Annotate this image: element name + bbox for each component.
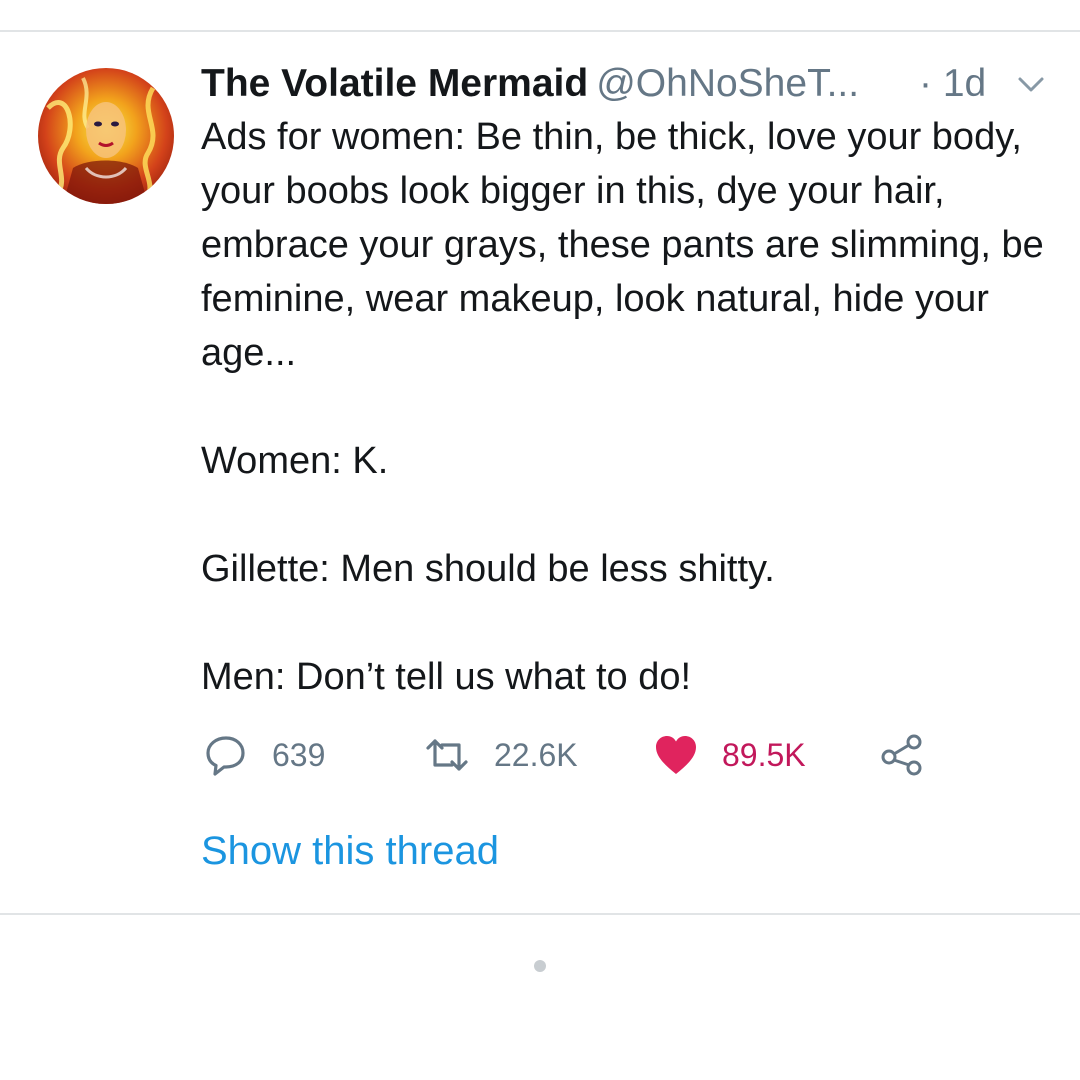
reply-icon bbox=[206, 736, 245, 776]
tweet-text: Ads for women: Be thin, be thick, love y… bbox=[201, 110, 1051, 704]
bottom-divider bbox=[0, 913, 1080, 915]
share-button[interactable] bbox=[880, 730, 926, 780]
tweet-header: The Volatile Mermaid @OhNoSheT... · 1d bbox=[201, 60, 1061, 108]
reply-button[interactable]: 639 bbox=[204, 730, 325, 780]
retweet-button[interactable]: 22.6K bbox=[424, 730, 578, 780]
avatar[interactable] bbox=[38, 68, 174, 204]
retweet-count: 22.6K bbox=[494, 737, 578, 773]
avatar-image bbox=[46, 77, 156, 204]
tweet-paragraph: Men: Don’t tell us what to do! bbox=[201, 656, 692, 698]
chevron-down-icon[interactable] bbox=[1016, 74, 1046, 96]
tweet-timestamp[interactable]: · 1d bbox=[919, 60, 986, 108]
page-indicator-dot bbox=[534, 960, 546, 972]
tweet-paragraph: Ads for women: Be thin, be thick, love y… bbox=[201, 116, 1044, 374]
user-handle[interactable]: @OhNoSheT... bbox=[596, 62, 859, 105]
display-name[interactable]: The Volatile Mermaid bbox=[201, 62, 588, 105]
tweet-actions: 639 22.6K 89.5K bbox=[200, 730, 960, 780]
retweet-icon bbox=[426, 739, 468, 771]
tweet-paragraph: Gillette: Men should be less shitty. bbox=[201, 548, 775, 590]
top-divider bbox=[0, 30, 1080, 32]
share-icon bbox=[881, 734, 922, 776]
like-count: 89.5K bbox=[722, 737, 806, 773]
reply-count: 639 bbox=[272, 737, 326, 773]
heart-icon bbox=[656, 736, 696, 774]
show-thread-link[interactable]: Show this thread bbox=[201, 826, 499, 876]
tweet-paragraph: Women: K. bbox=[201, 440, 389, 482]
like-button[interactable]: 89.5K bbox=[654, 730, 806, 780]
